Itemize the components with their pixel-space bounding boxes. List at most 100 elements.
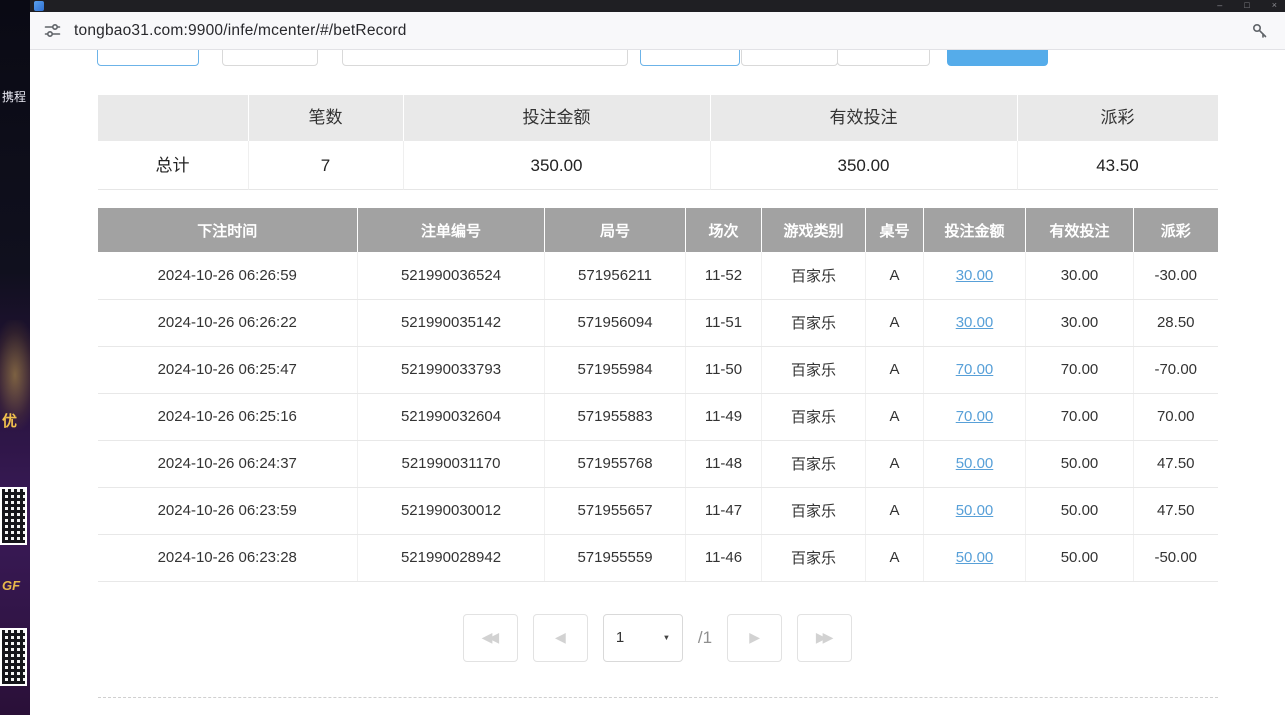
table-number-cell: A	[866, 346, 924, 393]
game-type-cell: 百家乐	[762, 534, 866, 581]
tab-favicon	[34, 1, 44, 11]
bet-amount-cell: 50.00	[924, 487, 1026, 534]
bet-amount-link[interactable]: 50.00	[956, 549, 994, 566]
summary-total-label: 总计	[98, 141, 249, 190]
window-controls: – □ ×	[1217, 0, 1277, 12]
bet-record-page: 笔数 投注金额 有效投注 派彩 总计 7 350.00 350.00 43.50	[30, 50, 1285, 715]
bet-time-cell: 2024-10-26 06:26:22	[98, 299, 358, 346]
payout-cell: -70.00	[1134, 346, 1218, 393]
table-number-cell: A	[866, 534, 924, 581]
prev-page-button[interactable]: ◀	[533, 614, 588, 662]
summary-table: 笔数 投注金额 有效投注 派彩 总计 7 350.00 350.00 43.50	[98, 95, 1218, 190]
qr-code	[0, 487, 27, 545]
session-cell: 11-52	[686, 252, 762, 299]
valid-bet-cell: 50.00	[1026, 534, 1134, 581]
left-icon: ◀	[555, 629, 566, 646]
order-number-cell: 521990030012	[358, 487, 545, 534]
game-type-cell: 百家乐	[762, 487, 866, 534]
first-page-button[interactable]: ◀◀	[463, 614, 518, 662]
order-number-cell: 521990031170	[358, 440, 545, 487]
valid-bet-cell: 70.00	[1026, 346, 1134, 393]
header-payout: 派彩	[1134, 208, 1218, 252]
order-number-cell: 521990032604	[358, 393, 545, 440]
bet-amount-cell: 30.00	[924, 252, 1026, 299]
table-number-cell: A	[866, 440, 924, 487]
promo-text: GF	[2, 578, 20, 593]
payout-cell: 28.50	[1134, 299, 1218, 346]
summary-header-payout: 派彩	[1018, 95, 1218, 141]
table-number-cell: A	[866, 299, 924, 346]
round-number-cell: 571956094	[545, 299, 686, 346]
header-session: 场次	[686, 208, 762, 252]
game-type-cell: 百家乐	[762, 299, 866, 346]
bet-amount-link[interactable]: 30.00	[956, 267, 994, 284]
browser-urlbar[interactable]: tongbao31.com:9900/infe/mcenter/#/betRec…	[30, 12, 1285, 50]
page-select[interactable]: 1	[603, 614, 683, 662]
minimize-icon[interactable]: –	[1217, 0, 1222, 12]
bet-amount-link[interactable]: 70.00	[956, 408, 994, 425]
order-number-cell: 521990035142	[358, 299, 545, 346]
game-type-cell: 百家乐	[762, 346, 866, 393]
header-round-number: 局号	[545, 208, 686, 252]
summary-header-count: 笔数	[249, 95, 404, 141]
summary-header-valid-bet: 有效投注	[711, 95, 1018, 141]
order-number-cell: 521990028942	[358, 534, 545, 581]
session-cell: 11-50	[686, 346, 762, 393]
round-number-cell: 571955883	[545, 393, 686, 440]
bet-time-cell: 2024-10-26 06:25:16	[98, 393, 358, 440]
qr-code	[0, 628, 27, 686]
payout-cell: 47.50	[1134, 487, 1218, 534]
summary-header-row: 笔数 投注金额 有效投注 派彩	[98, 95, 1218, 141]
bet-amount-link[interactable]: 70.00	[956, 361, 994, 378]
browser-titlebar: – □ ×	[30, 0, 1285, 12]
bet-amount-link[interactable]: 50.00	[956, 502, 994, 519]
bet-amount-link[interactable]: 50.00	[956, 455, 994, 472]
site-settings-icon[interactable]	[44, 22, 61, 39]
bet-time-cell: 2024-10-26 06:23:28	[98, 534, 358, 581]
table-number-cell: A	[866, 487, 924, 534]
header-table-number: 桌号	[866, 208, 924, 252]
promo-text: 优	[2, 410, 17, 431]
bet-time-cell: 2024-10-26 06:25:47	[98, 346, 358, 393]
session-cell: 11-51	[686, 299, 762, 346]
game-type-cell: 百家乐	[762, 393, 866, 440]
next-page-button[interactable]: ▶	[727, 614, 782, 662]
payout-cell: 47.50	[1134, 440, 1218, 487]
bet-amount-link[interactable]: 30.00	[956, 314, 994, 331]
session-cell: 11-47	[686, 487, 762, 534]
close-icon[interactable]: ×	[1272, 0, 1277, 12]
table-row: 2024-10-26 06:25:16 521990032604 5719558…	[98, 393, 1218, 440]
header-valid-bet: 有效投注	[1026, 208, 1134, 252]
game-type-cell: 百家乐	[762, 252, 866, 299]
summary-valid-bet-value: 350.00	[711, 141, 1018, 190]
session-cell: 11-48	[686, 440, 762, 487]
bet-amount-cell: 70.00	[924, 393, 1026, 440]
url-text[interactable]: tongbao31.com:9900/infe/mcenter/#/betRec…	[74, 22, 407, 40]
bet-amount-cell: 30.00	[924, 299, 1026, 346]
maximize-icon[interactable]: □	[1244, 0, 1249, 12]
bet-amount-cell: 70.00	[924, 346, 1026, 393]
valid-bet-cell: 50.00	[1026, 440, 1134, 487]
table-header-row: 下注时间 注单编号 局号 场次 游戏类别 桌号 投注金额 有效投注 派彩	[98, 208, 1218, 252]
summary-bet-amount-value: 350.00	[404, 141, 711, 190]
right-icon: ▶	[749, 629, 760, 646]
bet-time-cell: 2024-10-26 06:26:59	[98, 252, 358, 299]
payout-cell: -50.00	[1134, 534, 1218, 581]
round-number-cell: 571955768	[545, 440, 686, 487]
background-window-label: 携程	[2, 88, 26, 105]
table-row: 2024-10-26 06:26:59 521990036524 5719562…	[98, 252, 1218, 299]
pagination: ◀◀ ◀ 1 ▼ /1 ▶ ▶▶	[98, 614, 1218, 662]
last-page-button[interactable]: ▶▶	[797, 614, 852, 662]
table-row: 2024-10-26 06:25:47 521990033793 5719559…	[98, 346, 1218, 393]
page-total-label: /1	[698, 628, 712, 648]
key-icon[interactable]	[1251, 22, 1269, 40]
bet-amount-cell: 50.00	[924, 440, 1026, 487]
double-left-icon: ◀◀	[482, 629, 496, 646]
table-row: 2024-10-26 06:24:37 521990031170 5719557…	[98, 440, 1218, 487]
order-number-cell: 521990033793	[358, 346, 545, 393]
header-bet-amount: 投注金额	[924, 208, 1026, 252]
desktop-background: 携程 优 GF	[0, 0, 30, 715]
round-number-cell: 571956211	[545, 252, 686, 299]
valid-bet-cell: 30.00	[1026, 299, 1134, 346]
game-type-cell: 百家乐	[762, 440, 866, 487]
